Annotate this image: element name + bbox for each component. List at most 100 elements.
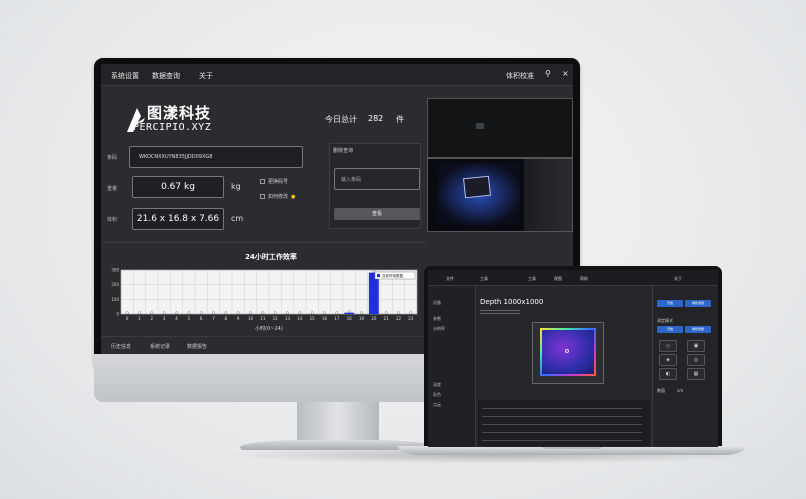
mode-start-button[interactable]: 开始 [657,326,683,333]
chart-point [335,311,339,315]
chart-point [236,311,240,315]
laptop-tab-about[interactable]: 关于 [674,276,682,282]
tool-icon[interactable]: ▦ [687,368,705,380]
chart-point [150,311,154,315]
chart-x-axis-label: 小时(0~24) [255,325,283,332]
chart-x-tick-label: 11 [260,316,266,321]
chart-y-tick-label: 300 [111,268,119,273]
chart-legend-label: 当前时段数据 [382,273,403,278]
monitor-stand-neck [297,402,379,442]
tab-system-log[interactable]: 系统记录 [150,343,170,350]
chart-legend-swatch [377,274,380,277]
chart-y-tick-label: 100 [111,297,119,302]
option-checkbox-1[interactable]: 更换码号 [260,178,288,185]
laptop-side-item[interactable]: 参数 [433,316,441,322]
brand-name-cn: 图漾科技 [147,104,212,122]
weight-field[interactable]: 0.67 kg [132,176,224,198]
efficiency-chart: 01002003000 1 2 3 4 5 6 7 8 9 10 11 12 13 14 15 16 17 18 19… [111,268,418,332]
menu-item-calibrate[interactable]: 体积校准 [506,71,534,81]
menu-item-settings[interactable]: 系统设置 [111,71,139,81]
chart-x-tick-label: 21 [384,316,390,321]
chart-point [162,311,166,315]
today-total-unit: 件 [396,115,404,124]
chart-point [125,311,129,315]
chart-point [175,311,178,315]
tab-report[interactable]: 数据报告 [187,343,207,350]
laptop-side-item[interactable]: 点云 [433,402,441,408]
laptop-main-view: Depth 1000x1000 [476,286,652,447]
depth-meta [480,310,520,320]
chart-x-tick-label: 3 [163,316,166,321]
warning-icon: ● [291,193,296,200]
chart-x-tick-label: 22 [396,316,402,321]
weight-label: 重量 [107,186,118,192]
start-button[interactable]: 开始 [657,300,683,307]
chart-point [310,311,314,315]
camera-object [476,123,484,129]
menu-item-about[interactable]: 关于 [199,71,213,81]
laptop-tab-tools[interactable]: 工具 [480,276,488,282]
laptop-side-item[interactable]: 深度 [433,382,441,388]
chart-point [323,311,326,315]
table-row [482,424,642,425]
chart-point [397,311,400,315]
chart-title: 24小时工作效率 [245,253,297,261]
delete-query-button[interactable]: 查看 [334,208,420,220]
chart-x-tick-label: 16 [322,316,328,321]
chart-point [249,311,252,315]
chart-x-tick-label: 7 [212,316,215,321]
chart-x-tick-label: 23 [408,316,414,321]
chart-point [286,311,289,315]
mode-reset-button[interactable]: 重新测量 [685,326,711,333]
chart-x-tick-label: 5 [188,316,191,321]
menu-item-query[interactable]: 数据查询 [152,71,180,81]
delete-barcode-input[interactable]: 输入条码 [334,168,420,190]
option-checkbox-2[interactable]: 如何修改 ● [260,193,295,200]
checkbox-icon[interactable] [260,179,265,184]
chart-x-tick-label: 8 [225,316,228,321]
chart-point [212,311,215,315]
today-total-value: 282 [368,114,384,123]
laptop-tab-file[interactable]: 文件 [446,276,454,282]
chart-x-tick-label: 18 [347,316,353,321]
checkbox-icon[interactable] [260,194,265,199]
chart-x-tick-label: 12 [273,316,279,321]
laptop-side-item[interactable]: 设备 [433,300,441,306]
menu-bar: 系统设置 数据查询 关于 体积校准 ⚲ × [101,64,573,86]
laptop-tab-tools-2[interactable]: 工具 [528,276,536,282]
barcode-label: 条码 [107,155,118,161]
chart-point [273,311,277,315]
tab-history[interactable]: 历史信息 [111,343,131,350]
chart-point [199,311,203,315]
tool-icon[interactable]: ◐ [659,368,677,380]
tool-icon[interactable]: ◇ [659,340,677,352]
laptop-side-item[interactable]: 彩色 [433,392,441,398]
tool-icon[interactable]: ◎ [687,354,705,366]
laptop-tab-view[interactable]: 视图 [554,276,562,282]
search-icon[interactable]: ⚲ [545,69,551,78]
tool-icon[interactable]: ◈ [659,354,677,366]
weight-unit: kg [231,182,241,191]
chart-x-tick-label: 6 [200,316,203,321]
depth-center-marker [565,349,569,353]
camera-preview-bottom [427,158,573,232]
chart-x-tick-label: 0 [126,316,129,321]
chart-x-tick-label: 9 [237,316,240,321]
chart-x-tick-label: 4 [175,316,178,321]
remeasure-button[interactable]: 重新测量 [685,300,711,307]
camera-detected-box [463,175,491,199]
close-icon[interactable]: × [562,69,569,78]
chart-x-tick-label: 13 [285,316,291,321]
chart-x-tick-label: 14 [297,316,303,321]
depth-title: Depth 1000x1000 [480,298,544,306]
laptop-side-item[interactable]: 分辨率 [433,326,445,332]
barcode-field[interactable]: WKOCNXXUYN835JJDD09XG8 [129,146,303,168]
laptop-tab-help[interactable]: 帮助 [580,276,588,282]
chart-point [409,311,413,315]
size-field[interactable]: 21.6 x 16.8 x 7.66 [132,208,224,230]
laptop-log-table [478,400,650,446]
tool-icon[interactable]: ▣ [687,340,705,352]
laptop-sidebar: 设备 参数 分辨率 深度 彩色 点云 [428,286,476,447]
chart-x-tick-label: 19 [359,316,365,321]
table-row [482,440,642,441]
